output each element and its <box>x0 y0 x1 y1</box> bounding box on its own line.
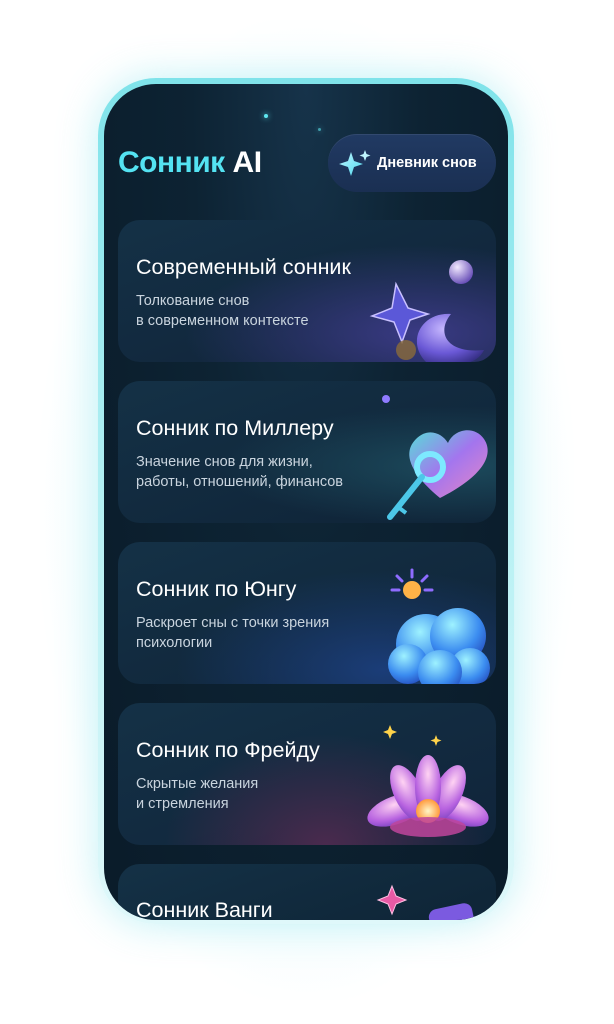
card-modern-dreambook[interactable]: Современный сонник Толкование снов в сов… <box>118 220 496 362</box>
card-description-line: и стремления <box>136 796 229 812</box>
dream-diary-label: Дневник снов <box>377 155 477 171</box>
heart-key-icon <box>382 395 488 520</box>
sparkle-decoration <box>264 114 268 118</box>
app-title-part1: Сонник <box>118 146 225 179</box>
moon-star-icon <box>369 260 484 362</box>
cloud-sun-icon <box>388 568 490 684</box>
card-description-line: Скрытые желания <box>136 776 259 792</box>
card-vanga-dreambook[interactable]: Сонник Ванги <box>118 864 496 920</box>
card-freud-dreambook[interactable]: Сонник по Фрейду Скрытые желания и стрем… <box>118 703 496 845</box>
sparkle-icon <box>339 150 371 176</box>
card-description-line: Раскроет сны с точки зрения <box>136 615 330 631</box>
card-title: Сонник по Миллеру <box>136 416 334 440</box>
card-description-line: работы, отношений, финансов <box>136 474 344 490</box>
card-description: Скрытые желания и стремления <box>136 774 258 814</box>
card-title: Сонник Ванги <box>136 898 273 920</box>
card-description: Толкование снов в современном контексте <box>136 291 309 331</box>
sparkle-decoration <box>318 128 321 131</box>
card-description-line: Значение снов для жизни, <box>136 454 313 470</box>
card-description: Раскроет сны с точки зрения психологии <box>136 613 329 653</box>
card-description-line: Толкование снов <box>136 293 250 309</box>
card-description-line: психологии <box>136 635 213 651</box>
card-title: Сонник по Фрейду <box>136 738 320 762</box>
star-icon <box>376 884 476 920</box>
app-title-part2: AI <box>232 146 263 179</box>
card-title: Сонник по Юнгу <box>136 577 297 601</box>
app-screen: Сонник AI Дневник снов Современный сонни… <box>104 84 508 920</box>
flower-icon <box>367 725 489 837</box>
card-description-line: в современном контексте <box>136 313 309 329</box>
dream-diary-button[interactable]: Дневник снов <box>328 134 496 192</box>
card-jung-dreambook[interactable]: Сонник по Юнгу Раскроет сны с точки зрен… <box>118 542 496 684</box>
card-description: Значение снов для жизни, работы, отношен… <box>136 452 343 492</box>
app-title: Сонник AI <box>118 146 262 180</box>
card-title: Современный сонник <box>136 255 351 279</box>
card-miller-dreambook[interactable]: Сонник по Миллеру Значение снов для жизн… <box>118 381 496 523</box>
